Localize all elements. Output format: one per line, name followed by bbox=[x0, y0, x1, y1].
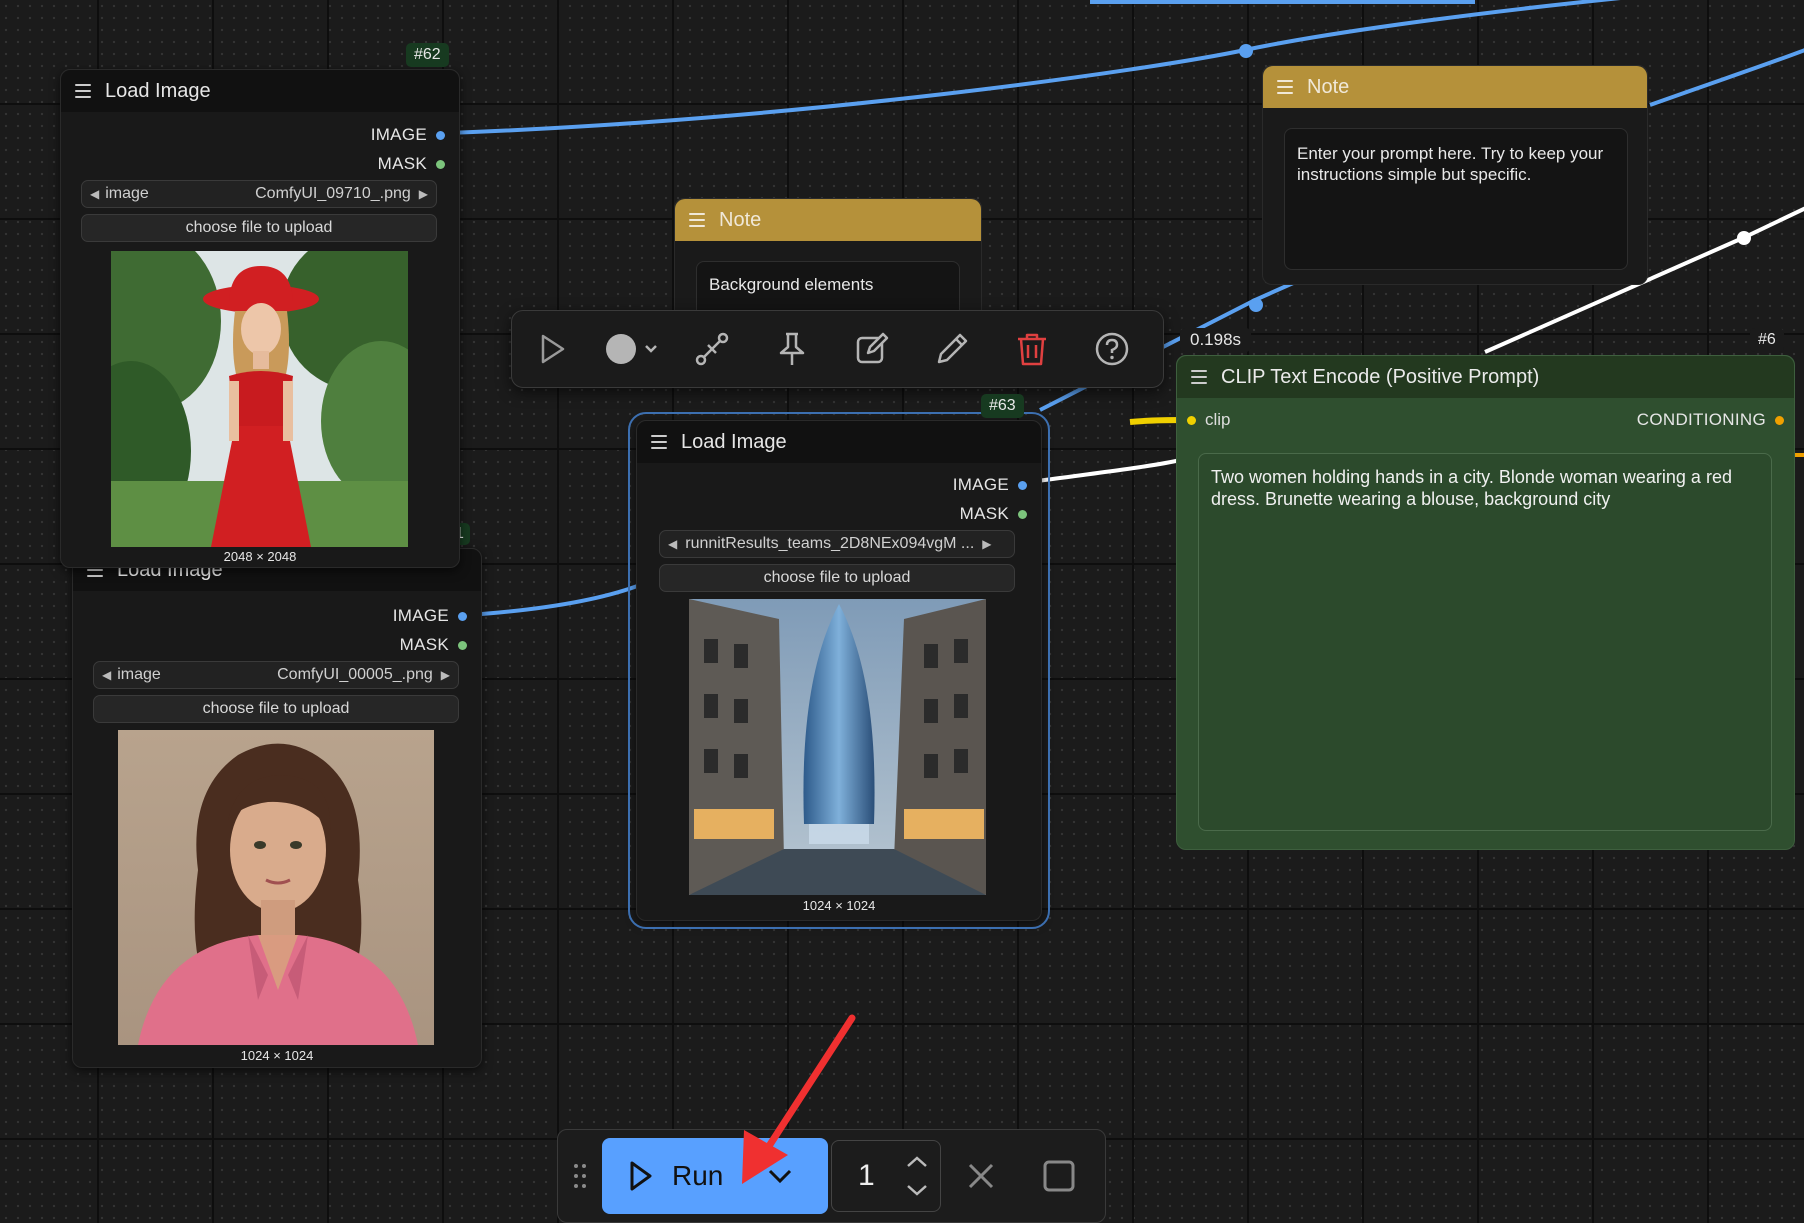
output-dot[interactable] bbox=[436, 130, 445, 140]
menu-icon[interactable] bbox=[651, 435, 667, 449]
note-header[interactable]: Note bbox=[675, 199, 981, 241]
combo-label: image bbox=[117, 666, 161, 683]
output-label: IMAGE bbox=[392, 606, 449, 625]
node-id-badge: #62 bbox=[406, 43, 449, 67]
node-header[interactable]: Load Image bbox=[61, 70, 459, 112]
selection-toolbar bbox=[511, 310, 1164, 388]
output-label: MASK bbox=[959, 504, 1009, 523]
output-dot[interactable] bbox=[1018, 509, 1027, 519]
load-image-node-63[interactable]: #63 Load Image IMAGE MASK ◀ runnitResult… bbox=[628, 394, 1050, 929]
load-image-node-hidden[interactable]: Load Image IMAGE MASK ◀ image ComfyUI_00… bbox=[72, 523, 482, 1068]
combo-value: ComfyUI_00005_.png bbox=[277, 666, 433, 683]
output-label: IMAGE bbox=[952, 475, 1009, 494]
annotation-arrow bbox=[742, 1014, 856, 1184]
arrow-left-icon[interactable]: ◀ bbox=[102, 668, 111, 682]
output-image[interactable]: IMAGE bbox=[953, 475, 1027, 495]
output-dot[interactable] bbox=[458, 640, 467, 650]
node-header[interactable]: CLIP Text Encode (Positive Prompt) bbox=[1177, 356, 1794, 398]
cancel-button[interactable] bbox=[941, 1140, 1021, 1212]
node-title: CLIP Text Encode (Positive Prompt) bbox=[1221, 365, 1540, 388]
output-dot[interactable] bbox=[458, 611, 467, 621]
output-mask[interactable]: MASK bbox=[400, 635, 467, 655]
output-label: CONDITIONING bbox=[1636, 410, 1766, 429]
arrow-right-icon[interactable]: ▶ bbox=[441, 668, 450, 682]
menu-icon[interactable] bbox=[75, 84, 91, 98]
node-header[interactable]: Load Image bbox=[637, 421, 1041, 463]
clip-text-encode-node[interactable]: CLIP Text Encode (Positive Prompt) clip … bbox=[1176, 355, 1795, 850]
close-icon bbox=[968, 1163, 994, 1189]
menu-icon[interactable] bbox=[689, 213, 705, 227]
bypass-icon[interactable] bbox=[672, 316, 752, 382]
combo-value: ComfyUI_09710_.png bbox=[255, 185, 411, 202]
node-title: Load Image bbox=[681, 430, 787, 453]
output-conditioning[interactable]: CONDITIONING bbox=[1637, 410, 1784, 430]
output-mask[interactable]: MASK bbox=[378, 154, 445, 174]
output-image[interactable]: IMAGE bbox=[371, 125, 445, 145]
chevron-down-icon[interactable] bbox=[906, 1184, 928, 1196]
image-dimensions: 1024 × 1024 bbox=[240, 1048, 314, 1063]
arrow-left-icon[interactable]: ◀ bbox=[668, 537, 677, 551]
play-icon[interactable] bbox=[512, 316, 592, 382]
execution-time: 0.198s bbox=[1180, 328, 1252, 352]
arrow-right-icon[interactable]: ▶ bbox=[982, 537, 991, 551]
combo-label: image bbox=[105, 185, 149, 202]
chevron-up-icon[interactable] bbox=[906, 1156, 928, 1168]
run-label: Run bbox=[672, 1160, 724, 1191]
prompt-textarea[interactable]: Two women holding hands in a city. Blond… bbox=[1198, 453, 1772, 831]
arrow-right-icon[interactable]: ▶ bbox=[419, 187, 428, 201]
note-header[interactable]: Note bbox=[1263, 66, 1647, 108]
edit-icon[interactable] bbox=[832, 316, 912, 382]
output-dot[interactable] bbox=[1775, 415, 1784, 425]
output-label: IMAGE bbox=[370, 125, 427, 144]
image-combo[interactable]: ◀ image ComfyUI_00005_.png ▶ bbox=[93, 661, 459, 689]
play-icon bbox=[630, 1161, 652, 1191]
batch-count-value: 1 bbox=[858, 1159, 875, 1192]
upload-button[interactable]: choose file to upload bbox=[81, 214, 437, 242]
note-node-right[interactable]: Note Enter your prompt here. Try to keep… bbox=[1262, 65, 1648, 285]
input-label: clip bbox=[1205, 410, 1231, 429]
stop-icon bbox=[1043, 1160, 1075, 1192]
node-title: Load Image bbox=[105, 79, 211, 102]
menu-icon[interactable] bbox=[1191, 370, 1207, 384]
image-dimensions: 1024 × 1024 bbox=[802, 898, 876, 913]
load-image-node-62[interactable]: #62 Load Image IMAGE MASK ◀ image ComfyU… bbox=[60, 43, 460, 568]
output-dot[interactable] bbox=[436, 159, 445, 169]
node-id-badge: #6 bbox=[1750, 328, 1784, 352]
color-circle-icon[interactable] bbox=[592, 316, 672, 382]
stop-button[interactable] bbox=[1021, 1140, 1097, 1212]
input-dot[interactable] bbox=[1187, 415, 1196, 425]
preview-image bbox=[118, 730, 434, 1045]
upload-button[interactable]: choose file to upload bbox=[659, 564, 1015, 592]
output-label: MASK bbox=[377, 154, 427, 173]
note-title: Note bbox=[719, 208, 762, 231]
note-title: Note bbox=[1307, 75, 1350, 98]
pin-icon[interactable] bbox=[752, 316, 832, 382]
preview-image bbox=[689, 599, 986, 895]
output-image[interactable]: IMAGE bbox=[393, 606, 467, 626]
pencil-icon[interactable] bbox=[912, 316, 992, 382]
preview-image bbox=[111, 251, 408, 547]
image-combo[interactable]: ◀ image ComfyUI_09710_.png ▶ bbox=[81, 180, 437, 208]
output-dot[interactable] bbox=[1018, 480, 1027, 490]
menu-icon[interactable] bbox=[1277, 80, 1293, 94]
trash-icon[interactable] bbox=[992, 316, 1072, 382]
input-clip[interactable]: clip bbox=[1187, 410, 1231, 430]
image-dimensions: 2048 × 2048 bbox=[223, 549, 297, 564]
drag-handle-icon[interactable] bbox=[558, 1130, 602, 1222]
combo-value: runnitResults_teams_2D8NEx094vgM ... bbox=[685, 535, 975, 552]
image-combo[interactable]: ◀ runnitResults_teams_2D8NEx094vgM ... ▶ bbox=[659, 530, 1015, 558]
output-mask[interactable]: MASK bbox=[960, 504, 1027, 524]
help-icon[interactable] bbox=[1072, 316, 1152, 382]
node-id-badge: #63 bbox=[981, 394, 1024, 418]
output-label: MASK bbox=[399, 635, 449, 654]
note-textarea[interactable]: Enter your prompt here. Try to keep your… bbox=[1284, 128, 1628, 270]
upload-button[interactable]: choose file to upload bbox=[93, 695, 459, 723]
arrow-left-icon[interactable]: ◀ bbox=[90, 187, 99, 201]
